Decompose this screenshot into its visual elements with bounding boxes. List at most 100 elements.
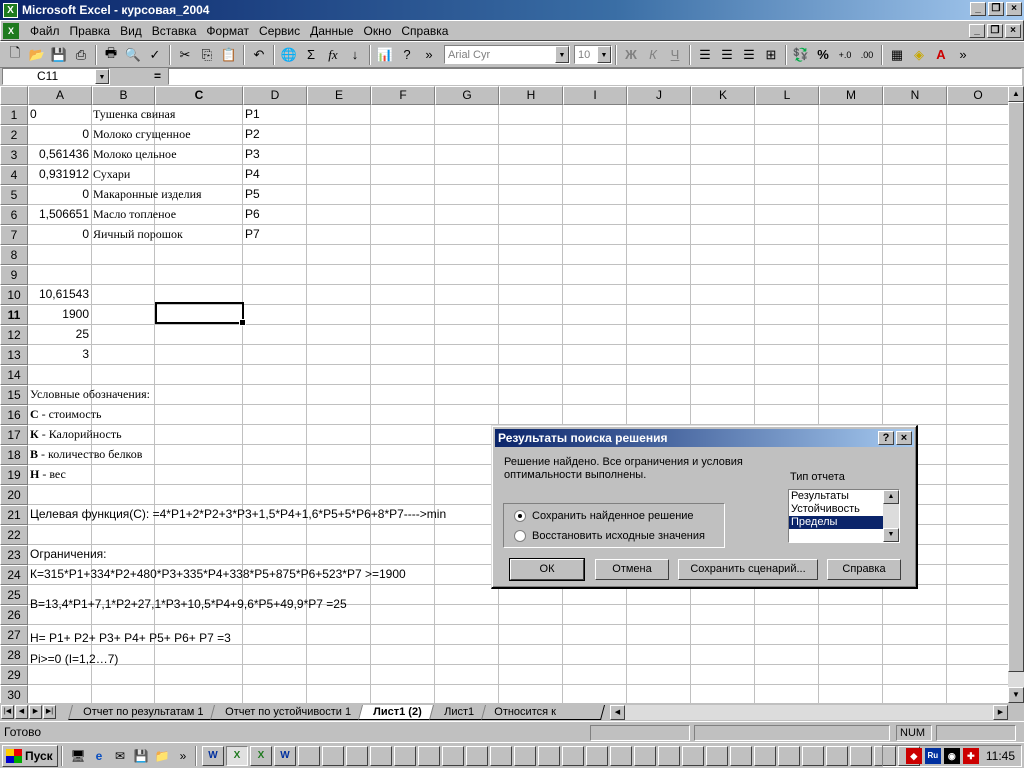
- task-button-20[interactable]: [658, 745, 680, 766]
- cell-a21[interactable]: Целевая функция(С): =4*P1+2*P2+3*P3+1,5*…: [30, 504, 446, 524]
- row-header-16[interactable]: 16: [0, 405, 28, 425]
- task-excel2-button[interactable]: X: [250, 745, 272, 766]
- task-word2-button[interactable]: W: [274, 745, 296, 766]
- cell-b6[interactable]: Масло топленое: [93, 204, 176, 224]
- next-sheet-icon[interactable]: ▶: [29, 705, 42, 719]
- cell-b7[interactable]: Яичный порошок: [93, 224, 183, 244]
- row-header-12[interactable]: 12: [0, 325, 28, 345]
- listbox-scroll-down-icon[interactable]: ▼: [883, 528, 899, 542]
- row-header-29[interactable]: 29: [0, 665, 28, 685]
- row-header-28[interactable]: 28: [0, 645, 28, 665]
- open-icon[interactable]: 📂: [26, 44, 48, 66]
- cell-a11[interactable]: 1900: [28, 304, 91, 324]
- listbox-scroll-up-icon[interactable]: ▲: [883, 490, 899, 504]
- fill-color-icon[interactable]: ◈: [908, 44, 930, 66]
- menu-format[interactable]: Формат: [201, 22, 254, 40]
- menu-help[interactable]: Справка: [396, 22, 453, 40]
- function-icon[interactable]: fx: [322, 44, 344, 66]
- column-header-b[interactable]: B: [92, 86, 155, 105]
- sheet-tab-results-report[interactable]: Отчет по результатам 1: [67, 704, 219, 720]
- workbook-icon[interactable]: X: [3, 22, 19, 39]
- column-header-i[interactable]: I: [563, 86, 627, 105]
- percent-button[interactable]: %: [812, 44, 834, 66]
- column-header-f[interactable]: F: [371, 86, 435, 105]
- cell-a17[interactable]: К - Калорийность: [30, 424, 122, 444]
- cell-a18[interactable]: В - количество белков: [30, 444, 142, 464]
- autosum-icon[interactable]: Σ: [300, 44, 322, 66]
- outlook-icon[interactable]: ✉: [111, 747, 129, 765]
- row-header-8[interactable]: 8: [0, 245, 28, 265]
- cell-a5[interactable]: 0: [28, 184, 91, 204]
- task-button-21[interactable]: [682, 745, 704, 766]
- merge-center-icon[interactable]: ⊞: [760, 44, 782, 66]
- task-button-12[interactable]: [466, 745, 488, 766]
- row-header-9[interactable]: 9: [0, 265, 28, 285]
- cell-a1[interactable]: 0: [30, 104, 90, 124]
- cell-d2[interactable]: P2: [245, 124, 260, 144]
- task-button-8[interactable]: [370, 745, 392, 766]
- row-header-11[interactable]: 11: [0, 305, 28, 325]
- row-header-15[interactable]: 15: [0, 385, 28, 405]
- scroll-right-icon[interactable]: ▶: [993, 705, 1008, 720]
- cell-a26[interactable]: В=13,4*P1+7,1*P2+27,1*P3+10,5*P4+9,6*P5+…: [30, 594, 347, 614]
- task-button-11[interactable]: [442, 745, 464, 766]
- task-button-24[interactable]: [754, 745, 776, 766]
- ok-button[interactable]: ОК: [509, 558, 585, 581]
- row-header-19[interactable]: 19: [0, 465, 28, 485]
- row-header-22[interactable]: 22: [0, 525, 28, 545]
- paste-icon[interactable]: 📋: [218, 44, 240, 66]
- italic-button[interactable]: К: [642, 44, 664, 66]
- cell-d7[interactable]: P7: [245, 224, 260, 244]
- scroll-up-icon[interactable]: ▲: [1008, 86, 1024, 102]
- menu-file[interactable]: Файл: [25, 22, 65, 40]
- row-header-14[interactable]: 14: [0, 365, 28, 385]
- task-button-28[interactable]: [850, 745, 872, 766]
- cell-a16[interactable]: С - стоимость: [30, 404, 101, 424]
- task-button-16[interactable]: [562, 745, 584, 766]
- cell-d1[interactable]: P1: [245, 104, 260, 124]
- cell-a4[interactable]: 0,931912: [28, 164, 91, 184]
- cell-a19[interactable]: Н - вес: [30, 464, 66, 484]
- scroll-left-icon[interactable]: ◀: [610, 705, 625, 720]
- sheet-tab-coursework[interactable]: Относится к Курсов...: [480, 704, 605, 720]
- task-button-10[interactable]: [418, 745, 440, 766]
- decrease-decimal-icon[interactable]: .00: [856, 44, 878, 66]
- cell-b2[interactable]: Молоко сгущенное: [93, 124, 191, 144]
- dialog-help-icon[interactable]: ?: [878, 431, 894, 445]
- report-item-limits[interactable]: Пределы: [789, 516, 883, 529]
- cell-a3[interactable]: 0,561436: [28, 144, 91, 164]
- name-box[interactable]: C11 ▼: [2, 68, 110, 85]
- menu-edit[interactable]: Правка: [65, 22, 116, 40]
- sheet-tab-list1-2[interactable]: Лист1 (2): [358, 704, 437, 720]
- row-header-3[interactable]: 3: [0, 145, 28, 165]
- last-sheet-icon[interactable]: ▶|: [43, 705, 56, 719]
- floppy-icon[interactable]: 💾: [132, 747, 150, 765]
- row-header-7[interactable]: 7: [0, 225, 28, 245]
- column-header-g[interactable]: G: [435, 86, 499, 105]
- font-size-combo[interactable]: 10 ▼: [574, 45, 612, 64]
- restore-button[interactable]: ❐: [988, 2, 1004, 16]
- copy-icon[interactable]: ⎘: [196, 44, 218, 66]
- cell-a24[interactable]: К=315*P1+334*P2+480*P3+335*P4+338*P5+875…: [30, 564, 406, 584]
- task-button-25[interactable]: [778, 745, 800, 766]
- task-button-23[interactable]: [730, 745, 752, 766]
- increase-decimal-icon[interactable]: +.0: [834, 44, 856, 66]
- tray-antivirus-icon[interactable]: ✚: [962, 748, 979, 764]
- task-button-27[interactable]: [826, 745, 848, 766]
- column-header-h[interactable]: H: [499, 86, 563, 105]
- vertical-scrollbar[interactable]: ▲ ▼: [1008, 86, 1024, 703]
- row-header-30[interactable]: 30: [0, 685, 28, 703]
- worksheet-grid[interactable]: ABCDEFGHIJKLMNO 1 2 3 4 5 6 7 8 9 10 11 12 13 14 15 16 1…: [0, 86, 1024, 703]
- row-header-21[interactable]: 21: [0, 505, 28, 525]
- chart-wizard-icon[interactable]: 📊: [374, 44, 396, 66]
- cell-a13[interactable]: 3: [28, 344, 91, 364]
- row-header-1[interactable]: 1: [0, 105, 28, 125]
- row-header-6[interactable]: 6: [0, 205, 28, 225]
- internet-explorer-icon[interactable]: e: [90, 747, 108, 765]
- align-left-icon[interactable]: ☰: [694, 44, 716, 66]
- sort-ascending-icon[interactable]: ↓: [344, 44, 366, 66]
- column-header-e[interactable]: E: [307, 86, 371, 105]
- cell-a10[interactable]: 10,61543: [28, 284, 91, 304]
- doc-restore-button[interactable]: ❐: [987, 24, 1003, 38]
- cell-a28[interactable]: Н= P1+ P2+ P3+ P4+ P5+ P6+ P7 =3: [30, 628, 231, 648]
